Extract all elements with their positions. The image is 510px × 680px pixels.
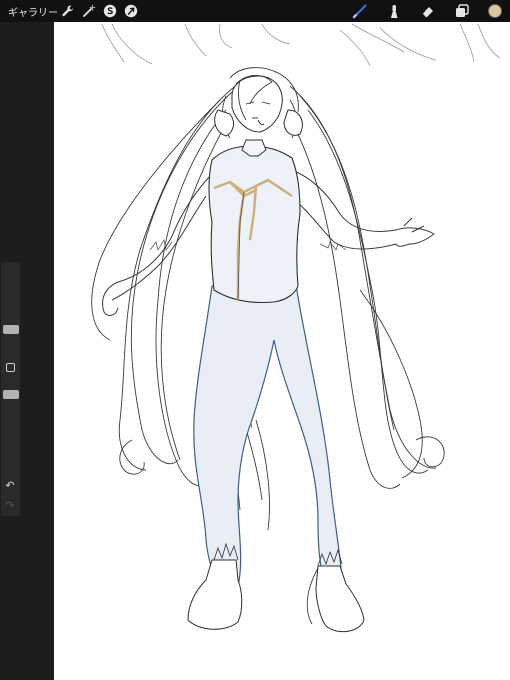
color-swatch[interactable]: [488, 4, 502, 18]
wrench-icon[interactable]: [61, 4, 75, 18]
tool-group: [334, 0, 502, 22]
redo-icon[interactable]: ↷: [4, 500, 16, 512]
square-modify-icon[interactable]: [6, 363, 15, 372]
bodysuit-legs: [193, 283, 343, 591]
top-sketches: [101, 23, 501, 67]
top-toolbar: ギャラリー: [0, 0, 510, 22]
magic-wand-icon[interactable]: [82, 4, 96, 18]
boots: [187, 559, 365, 633]
gallery-button[interactable]: ギャラリー: [8, 4, 58, 19]
brush-size-slider[interactable]: [3, 325, 19, 334]
arrow-cursor-icon[interactable]: [124, 4, 138, 18]
brush-icon[interactable]: [352, 3, 368, 19]
undo-icon[interactable]: ↶: [4, 480, 16, 492]
layers-icon[interactable]: [454, 3, 470, 19]
selection-s-icon[interactable]: [103, 4, 117, 18]
drawing-canvas[interactable]: [54, 22, 510, 680]
side-slider-panel: [1, 262, 20, 516]
sketch-artwork: [91, 23, 501, 633]
opacity-slider[interactable]: [3, 390, 19, 399]
smudge-icon[interactable]: [386, 3, 402, 19]
vest-torso: [208, 145, 301, 304]
eraser-icon[interactable]: [420, 3, 436, 19]
